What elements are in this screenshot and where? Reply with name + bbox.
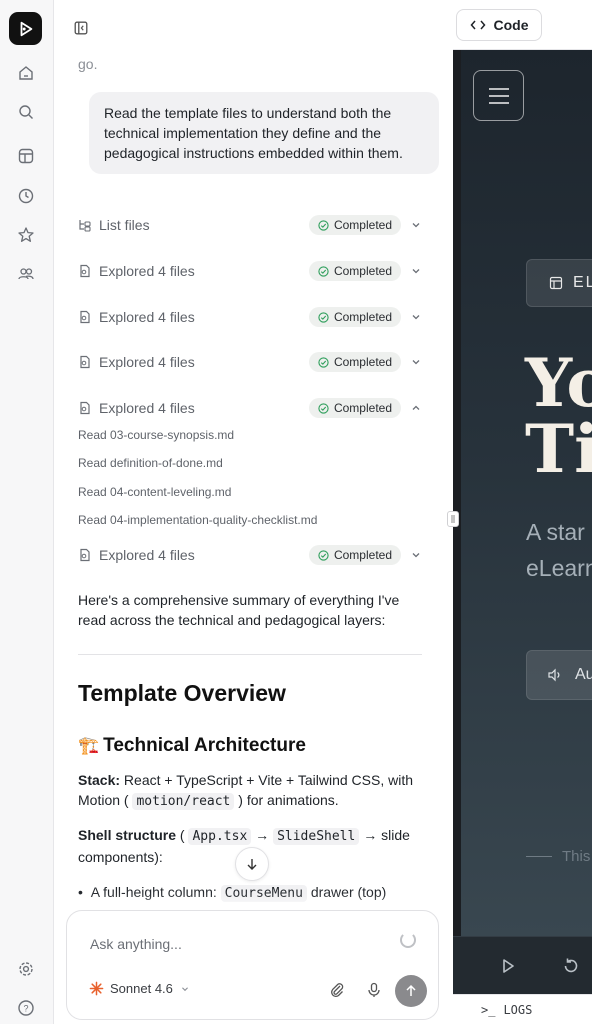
chevron-down-icon[interactable] [409, 264, 423, 278]
chevron-down-icon [181, 986, 188, 991]
tool-call-row-expanded[interactable]: Explored 4 files Completed [78, 396, 423, 420]
tool-call-label: Explored 4 files [99, 547, 195, 563]
status-badge: Completed [308, 307, 401, 327]
terminal-icon: >_ [481, 1002, 496, 1017]
subsection-heading: 🏗️ Technical Architecture [78, 735, 306, 756]
tool-call-row[interactable]: Explored 4 files Completed [78, 350, 423, 374]
divider [78, 654, 422, 655]
play-icon[interactable] [498, 956, 518, 976]
scroll-to-bottom-button[interactable] [235, 847, 269, 881]
chat-input[interactable]: Ask anything... [90, 936, 182, 952]
tool-call-row[interactable]: List files Completed [78, 213, 423, 237]
inline-code: CourseMenu [220, 885, 307, 902]
logs-toggle[interactable]: >_ LOGS [453, 994, 592, 1024]
read-file-item[interactable]: Read 04-implementation-quality-checklist… [78, 513, 317, 527]
check-circle-icon [318, 402, 329, 414]
summary-intro: Here's a comprehensive summary of everyt… [78, 592, 400, 628]
chat-panel: go. Read the template files to understan… [54, 0, 453, 1024]
help-icon[interactable]: ? [15, 997, 37, 1019]
composer: Ask anything... Sonnet 4.6 [66, 910, 439, 1020]
team-icon[interactable] [15, 263, 37, 285]
read-file-item[interactable]: Read 03-course-synopsis.md [78, 428, 234, 442]
audio-button[interactable]: Au [526, 650, 592, 700]
collapse-sidebar-icon[interactable] [73, 20, 91, 38]
settings-icon[interactable] [15, 958, 37, 980]
arrow-down-icon [247, 859, 257, 870]
tool-call-label: Explored 4 files [99, 400, 195, 416]
svg-text:?: ? [23, 1004, 28, 1014]
status-badge: Completed [308, 398, 401, 418]
tool-call-label: Explored 4 files [99, 263, 195, 279]
layout-icon[interactable] [15, 145, 37, 167]
playback-controls [453, 936, 592, 994]
model-selector[interactable]: Sonnet 4.6 [89, 981, 191, 996]
stack-paragraph: Stack: React + TypeScript + Vite + Tailw… [78, 772, 414, 810]
tool-call-label: Explored 4 files [99, 309, 195, 325]
preview-toolbar: Code [453, 0, 592, 50]
status-badge: Completed [308, 261, 401, 281]
chevron-down-icon[interactable] [409, 355, 423, 369]
status-badge: Completed [308, 545, 401, 565]
list-item: • A full-height column: CourseMenu drawe… [78, 884, 387, 902]
status-badge: Completed [308, 352, 401, 372]
file-icon [78, 401, 92, 415]
course-tag: EL [526, 259, 592, 307]
section-heading: Template Overview [78, 680, 286, 706]
search-icon[interactable] [15, 101, 37, 123]
chevron-up-icon[interactable] [409, 401, 423, 415]
tool-call-row[interactable]: Explored 4 files Completed [78, 305, 423, 329]
preview-footer-text: This [526, 848, 590, 865]
file-icon [78, 310, 92, 324]
course-preview: EL Yo Ti A star eLearn Au This [461, 50, 592, 936]
course-menu-button[interactable] [473, 70, 524, 121]
arrow-up-icon [406, 984, 416, 996]
tool-call-label: List files [99, 217, 150, 233]
course-title: Yo Ti [525, 344, 592, 488]
previous-message-fragment: go. [78, 56, 98, 72]
resize-handle-icon[interactable] [447, 511, 459, 527]
file-icon [78, 355, 92, 369]
inline-code: App.tsx [188, 828, 252, 845]
icon-rail: ? [0, 0, 54, 1024]
tree-icon [78, 218, 92, 232]
speaker-icon [548, 668, 560, 682]
panel-divider[interactable] [453, 50, 461, 1024]
model-star-icon [89, 981, 104, 996]
chevron-down-icon[interactable] [409, 548, 423, 562]
layout-icon [549, 276, 563, 290]
construction-emoji-icon: 🏗️ [78, 736, 100, 755]
inline-code: motion/react [132, 793, 235, 810]
chevron-down-icon[interactable] [409, 310, 423, 324]
file-icon [78, 264, 92, 278]
user-message: Read the template files to understand bo… [89, 92, 439, 174]
home-icon[interactable] [15, 62, 37, 84]
code-brackets-icon [470, 20, 485, 30]
chevron-down-icon[interactable] [409, 218, 423, 232]
read-file-item[interactable]: Read definition-of-done.md [78, 456, 223, 470]
loading-spinner-icon [400, 932, 416, 948]
code-button[interactable]: Code [456, 9, 542, 41]
send-button[interactable] [395, 975, 427, 1007]
tool-call-row[interactable]: Explored 4 files Completed [78, 259, 423, 283]
paperclip-icon[interactable] [328, 981, 346, 999]
check-circle-icon [318, 311, 329, 323]
file-icon [78, 548, 92, 562]
microphone-icon[interactable] [365, 981, 383, 999]
inline-code: SlideShell [273, 828, 360, 845]
app-logo[interactable] [9, 12, 42, 45]
restart-icon[interactable] [561, 956, 581, 976]
logo-icon [20, 21, 32, 36]
check-circle-icon [318, 549, 329, 561]
course-subtitle: A star eLearn [526, 519, 592, 581]
check-circle-icon [318, 265, 329, 277]
read-file-item[interactable]: Read 04-content-leveling.md [78, 485, 231, 499]
check-circle-icon [318, 356, 329, 368]
tool-call-label: Explored 4 files [99, 354, 195, 370]
status-badge: Completed [308, 215, 401, 235]
history-icon[interactable] [15, 185, 37, 207]
star-icon[interactable] [15, 224, 37, 246]
tool-call-row[interactable]: Explored 4 files Completed [78, 543, 423, 567]
check-circle-icon [318, 219, 329, 231]
